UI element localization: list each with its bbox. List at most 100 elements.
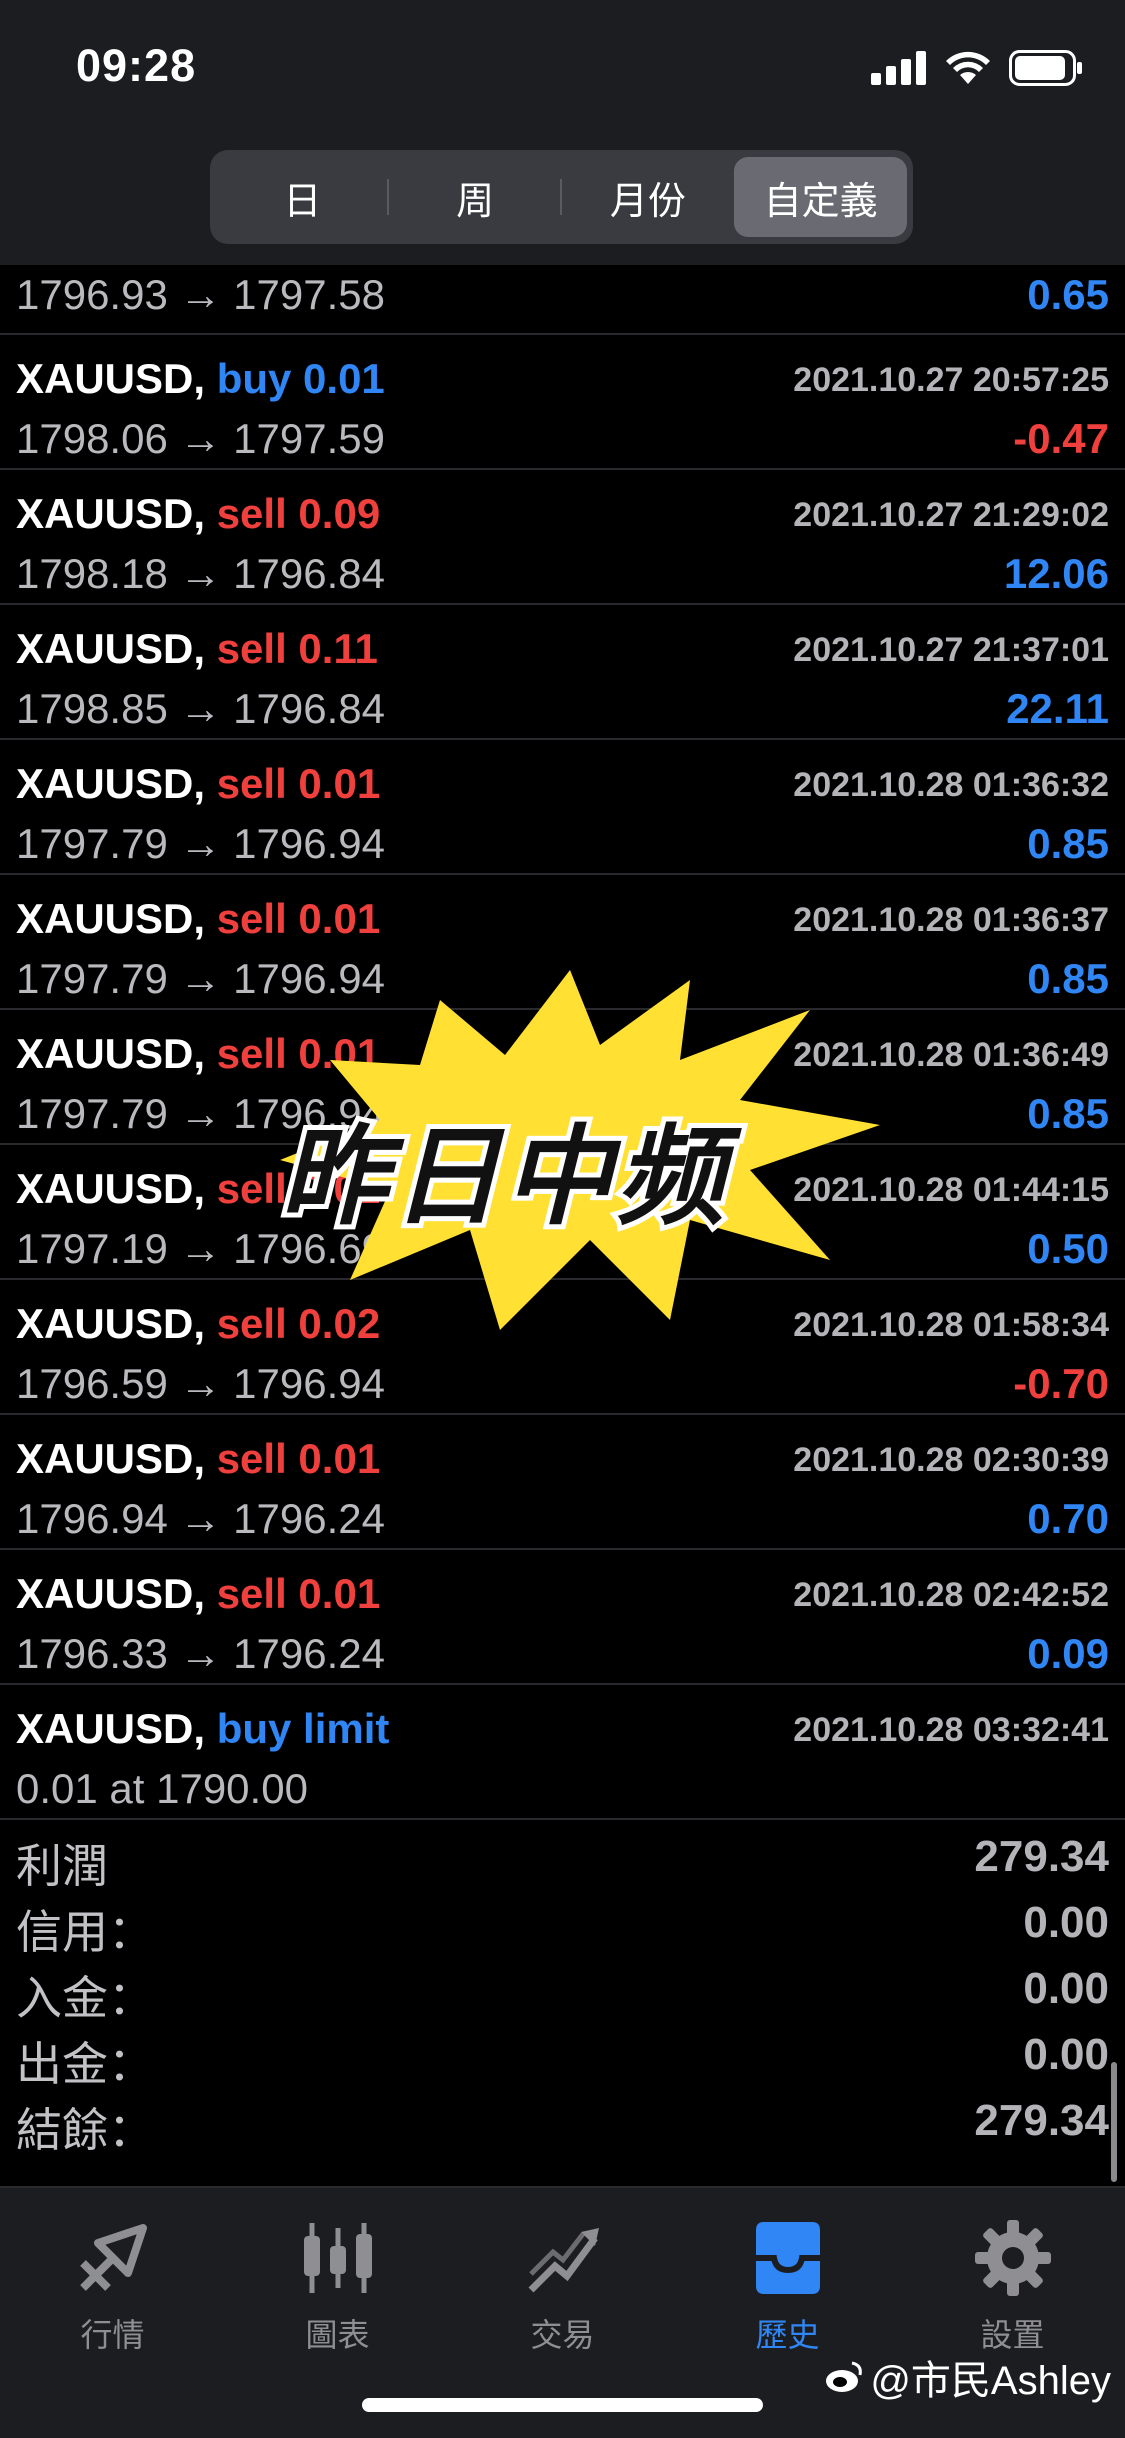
trade-symbol: XAUUSD, [16, 1435, 206, 1482]
trade-symbol: XAUUSD, [16, 625, 206, 672]
trade-symbol: XAUUSD, [16, 1705, 206, 1752]
home-indicator[interactable] [362, 2398, 763, 2412]
trade-profit: 0.50 [1027, 1225, 1109, 1272]
tab-day[interactable]: 日 [216, 157, 389, 237]
trade-date: 2021.10.27 20:57:25 [793, 361, 1109, 399]
trade-profit: -0.47 [1013, 415, 1109, 462]
trade-prices: 1796.33 → 1796.24 [16, 1630, 385, 1677]
trade-symbol: XAUUSD, [16, 355, 206, 402]
quotes-icon [79, 2224, 147, 2291]
trade-icon [528, 2228, 599, 2293]
trade-symbol: XAUUSD, [16, 1030, 206, 1077]
summary-value: 0.00 [1023, 2030, 1109, 2079]
tab-label: 圖表 [305, 2317, 370, 2353]
trade-row[interactable]: XAUUSD, sell 0.01 2021.10.28 02:42:52 1796… [0, 1550, 1125, 1685]
trade-prices: 1797.79 → 1796.94 [16, 820, 385, 867]
trade-side: sell 0.01 [216, 1435, 381, 1482]
trade-date: 2021.10.27 21:37:01 [793, 631, 1109, 669]
trade-side: sell 0.11 [216, 625, 378, 672]
trade-profit: 0.85 [1027, 1090, 1109, 1137]
tab-custom[interactable]: 自定義 [734, 157, 907, 237]
trade-title: XAUUSD, sell 0.01 [16, 1435, 380, 1483]
trade-prices: 0.01 at 1790.00 [16, 1765, 308, 1812]
tab-trade[interactable]: 交易 [450, 2208, 675, 2356]
wifi-icon [946, 51, 990, 84]
trade-profit: 22.11 [1006, 685, 1109, 732]
trade-symbol: XAUUSD, [16, 1570, 206, 1617]
trade-title: XAUUSD, buy 0.01 [16, 355, 385, 403]
trade-side: sell 0.09 [216, 490, 381, 537]
trade-title: XAUUSD, sell 0.01 [16, 895, 380, 943]
trade-profit: -0.70 [1013, 1360, 1109, 1407]
account-summary: 利潤 279.34 信用： 0.00 入金： 0.00 出金： 0.00 結餘：… [0, 1822, 1125, 2156]
tab-chart[interactable]: 圖表 [225, 2208, 450, 2356]
period-segmented-control: 日 周 月份 自定義 [210, 150, 913, 244]
summary-credit: 信用： 0.00 [0, 1888, 1125, 1958]
trade-symbol: XAUUSD, [16, 1300, 206, 1347]
trade-row[interactable]: XAUUSD, sell 0.11 2021.10.27 21:37:01 1798… [0, 605, 1125, 740]
trade-title: XAUUSD, sell 0.01 [16, 1570, 380, 1618]
trade-row[interactable]: XAUUSD, buy limit 2021.10.28 03:32:41 0.01… [0, 1685, 1125, 1820]
summary-balance: 結餘： 279.34 [0, 2086, 1125, 2156]
watermark: @市民Ashley [824, 2348, 1111, 2406]
tab-month[interactable]: 月份 [562, 157, 735, 237]
trade-side: buy 0.01 [216, 355, 385, 402]
trade-profit: 12.06 [1003, 550, 1109, 597]
status-icons [871, 50, 1083, 86]
trade-row[interactable]: XAUUSD, sell 0.01 2021.10.28 01:36:32 1797… [0, 740, 1125, 875]
trade-side: buy limit [216, 1705, 390, 1752]
trade-profit: 0.09 [1027, 1630, 1109, 1677]
tab-settings[interactable]: 設置 [900, 2208, 1125, 2356]
trade-profit: 0.65 [1027, 271, 1109, 318]
trade-date: 2021.10.28 01:36:37 [793, 901, 1109, 939]
status-time: 09:28 [76, 40, 197, 91]
trade-symbol: XAUUSD, [16, 490, 206, 537]
trade-profit: 0.85 [1027, 820, 1109, 867]
scrollbar[interactable] [1111, 2062, 1117, 2182]
signal-icon [871, 51, 926, 85]
trade-title: XAUUSD, sell 0.01 [16, 760, 380, 808]
trade-prices: 1798.85 → 1796.84 [16, 685, 385, 732]
trade-row[interactable]: XAUUSD, buy 0.01 2021.10.27 20:57:25 1798.… [0, 335, 1125, 470]
chart-candles-icon [303, 2223, 372, 2293]
list-item[interactable]: 1796.93 → 1797.58 0.65 [0, 265, 1125, 335]
summary-deposit: 入金： 0.00 [0, 1954, 1125, 2024]
trade-prices: 1798.06 → 1797.59 [16, 415, 385, 462]
trade-profit: 0.85 [1027, 955, 1109, 1002]
sticker-text: 昨日中频 [275, 1111, 729, 1242]
trade-prices: 1796.94 → 1796.24 [16, 1495, 385, 1542]
trade-prices: 1796.93 → 1797.58 [16, 271, 385, 318]
trade-title: XAUUSD, sell 0.09 [16, 490, 380, 538]
trade-prices: 1798.18 → 1796.84 [16, 550, 385, 597]
summary-label: 出金： [16, 2038, 154, 2090]
tab-label: 交易 [530, 2317, 595, 2353]
tab-week[interactable]: 周 [389, 157, 562, 237]
trade-row[interactable]: XAUUSD, sell 0.01 2021.10.28 02:30:39 1796… [0, 1415, 1125, 1550]
tab-label: 行情 [80, 2317, 145, 2353]
summary-value: 0.00 [1023, 1898, 1109, 1947]
trade-prices: 1796.59 → 1796.94 [16, 1360, 385, 1407]
trade-date: 2021.10.27 21:29:02 [793, 496, 1109, 534]
trade-date: 2021.10.28 01:36:32 [793, 766, 1109, 804]
trade-profit: 0.70 [1027, 1495, 1109, 1542]
summary-label: 信用： [16, 1906, 154, 1958]
gear-icon [974, 2220, 1051, 2296]
trade-symbol: XAUUSD, [16, 895, 206, 942]
trade-row[interactable]: XAUUSD, sell 0.09 2021.10.27 21:29:02 1798… [0, 470, 1125, 605]
watermark-text: @市民Ashley [870, 2359, 1111, 2403]
summary-withdrawal: 出金： 0.00 [0, 2020, 1125, 2090]
trade-side: sell 0.01 [216, 895, 381, 942]
history-inbox-icon [755, 2222, 820, 2294]
trade-side: sell 0.01 [216, 1570, 381, 1617]
summary-label: 入金： [16, 1972, 154, 2024]
summary-value: 279.34 [974, 2096, 1109, 2145]
battery-icon [1009, 50, 1082, 86]
tab-quotes[interactable]: 行情 [0, 2208, 225, 2356]
summary-label: 結餘： [16, 2104, 154, 2156]
top-header: 09:28 日 周 月份 自定義 [0, 0, 1125, 265]
summary-value: 0.00 [1023, 1964, 1109, 2013]
trade-symbol: XAUUSD, [16, 760, 206, 807]
tab-history[interactable]: 歷史 [675, 2208, 900, 2356]
weibo-icon [826, 2361, 863, 2392]
summary-label: 利潤 [16, 1840, 108, 1892]
